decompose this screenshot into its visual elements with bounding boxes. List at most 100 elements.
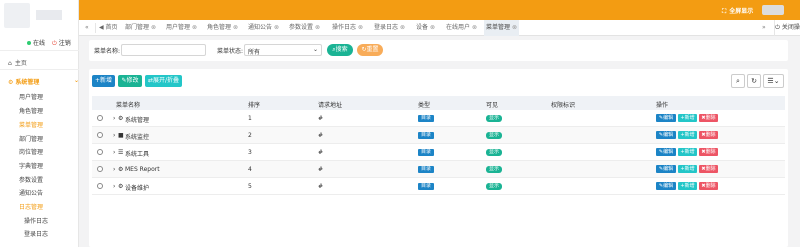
row-delete-button[interactable]: ✖删除 [699, 114, 718, 122]
edit-button[interactable]: ✎修改 [118, 75, 142, 87]
row-add-button[interactable]: +新增 [678, 148, 697, 156]
close-icon[interactable]: ⊗ [400, 24, 405, 31]
close-operations-button[interactable]: ⏻ 关闭操作 [774, 20, 800, 47]
sidebar-item-menu[interactable]: 菜单管理 [19, 120, 43, 129]
expand-chevron-icon[interactable]: › [113, 149, 115, 156]
table-row[interactable]: › ☰ 系统工具 3 # 目录 显示 ✎编辑 +新增 ✖删除 [92, 144, 785, 161]
sidebar-item-config[interactable]: 参数设置 [19, 175, 43, 184]
sidebar-item-log[interactable]: 日志管理 [19, 202, 43, 211]
table-row[interactable]: › ⚙ MES Report 4 # 目录 显示 ✎编辑 +新增 ✖删除 [92, 161, 785, 178]
row-add-button[interactable]: +新增 [678, 131, 697, 139]
row-radio[interactable] [97, 132, 103, 138]
tab-role[interactable]: 角色管理 ⊗ [205, 20, 240, 36]
expand-collapse-button[interactable]: ⇄展开/折叠 [145, 75, 182, 87]
row-edit-button[interactable]: ✎编辑 [656, 148, 676, 156]
search-form: 菜单名称: 菜单状态: 所有 ⌄ ⌕搜索 ↻重置 [89, 40, 788, 61]
column-header[interactable]: 请求地址 [318, 100, 342, 109]
table-row[interactable]: › ■ 系统监控 2 # 目录 显示 ✎编辑 +新增 ✖删除 [92, 127, 785, 144]
tab-home[interactable]: ◀ 首页 [97, 20, 120, 36]
row-radio[interactable] [97, 115, 103, 121]
logout-link[interactable]: ⏻ 注销 [52, 40, 71, 47]
row-delete-button[interactable]: ✖删除 [699, 182, 718, 190]
tab-dept[interactable]: 部门管理 ⊗ [123, 20, 158, 36]
reset-button[interactable]: ↻重置 [357, 44, 383, 56]
expand-chevron-icon[interactable]: › [113, 132, 115, 139]
menu-status-select[interactable]: 所有 ⌄ [244, 44, 322, 56]
row-edit-button[interactable]: ✎编辑 [656, 131, 676, 139]
search-toggle-button[interactable]: ⌕ [731, 74, 745, 88]
tab-scroll-right-icon[interactable]: » [762, 24, 766, 31]
url-cell: # [318, 115, 324, 122]
refresh-button[interactable]: ↻ [747, 74, 761, 88]
column-header[interactable]: 菜单名称 [116, 100, 140, 109]
column-header[interactable]: 排序 [248, 100, 260, 109]
row-add-button[interactable]: +新增 [678, 114, 697, 122]
row-radio[interactable] [97, 166, 103, 172]
column-header[interactable]: 操作 [656, 100, 668, 109]
row-delete-button[interactable]: ✖删除 [699, 131, 718, 139]
close-icon[interactable]: ⊗ [358, 24, 363, 31]
expand-chevron-icon[interactable]: › [113, 166, 115, 173]
cogs-icon: ⚙ [118, 166, 124, 173]
close-icon[interactable]: ⊗ [512, 24, 517, 31]
sidebar-item-user[interactable]: 用户管理 [19, 92, 43, 101]
sidebar-item-notice[interactable]: 通知公告 [19, 188, 43, 197]
menu-name-cell: 系统工具 [125, 151, 150, 158]
row-radio[interactable] [97, 183, 103, 189]
sidebar-item-dict[interactable]: 字典管理 [19, 161, 43, 170]
close-icon[interactable]: ⊗ [430, 24, 435, 31]
tab-device[interactable]: 设备 ⊗ [414, 20, 437, 36]
bars-icon: ☰ [118, 149, 124, 156]
row-edit-button[interactable]: ✎编辑 [656, 165, 676, 173]
row-add-button[interactable]: +新增 [678, 182, 697, 190]
table-row[interactable]: › ⚙ 系统管理 1 # 目录 显示 ✎编辑 +新增 ✖删除 [92, 110, 785, 127]
url-cell: # [318, 183, 324, 190]
column-header[interactable]: 权限标识 [551, 100, 575, 109]
search-button[interactable]: ⌕搜索 [327, 44, 353, 56]
row-edit-button[interactable]: ✎编辑 [656, 114, 676, 122]
menu-name-input[interactable] [121, 44, 206, 56]
expand-chevron-icon[interactable]: › [113, 115, 115, 122]
order-cell: 1 [248, 115, 252, 122]
sidebar-group-system[interactable]: ⚙ 系统管理 ⌄ [8, 77, 79, 86]
row-radio[interactable] [97, 149, 103, 155]
column-header[interactable]: 可见 [486, 100, 498, 109]
tab-operlog[interactable]: 操作日志 ⊗ [330, 20, 365, 36]
type-badge: 目录 [418, 115, 435, 122]
tab-menu[interactable]: 菜单管理 ⊗ [484, 20, 520, 36]
tab-user[interactable]: 用户管理 ⊗ [164, 20, 199, 36]
sidebar-item-logininfor[interactable]: 登录日志 [24, 229, 48, 238]
fullscreen-button[interactable]: ⛶ 全屏显示 [722, 6, 753, 16]
close-icon[interactable]: ⊗ [192, 24, 197, 31]
expand-chevron-icon[interactable]: › [113, 183, 115, 190]
tab-config[interactable]: 参数设置 ⊗ [287, 20, 322, 36]
close-icon[interactable]: ⊗ [151, 24, 156, 31]
close-icon[interactable]: ⊗ [315, 24, 320, 31]
sidebar-item-role[interactable]: 角色管理 [19, 106, 43, 115]
tab-scroll-left-icon[interactable]: « [85, 24, 89, 31]
user-photo [4, 3, 30, 28]
visible-badge: 显示 [486, 166, 503, 173]
sidebar-item-home[interactable]: ⌂ 主页 [8, 58, 27, 67]
tab-logininfor[interactable]: 登录日志 ⊗ [372, 20, 407, 36]
user-avatar[interactable] [762, 5, 784, 15]
sidebar: 在线 ⏻ 注销 ⌂ 主页 ⚙ 系统管理 ⌄ 用户管理 角色管理 菜单管理 部门管理 岗… [0, 0, 79, 247]
close-icon[interactable]: ⊗ [472, 24, 477, 31]
menu-table-card: +新增 ✎修改 ⇄展开/折叠 ⌕ ↻ ☰⌄ 菜单名称 排序 请求地址 类型 可见… [89, 69, 788, 247]
row-add-button[interactable]: +新增 [678, 165, 697, 173]
row-edit-button[interactable]: ✎编辑 [656, 182, 676, 190]
close-icon[interactable]: ⊗ [274, 24, 279, 31]
visible-badge: 显示 [486, 115, 503, 122]
column-header[interactable]: 类型 [418, 100, 430, 109]
table-row[interactable]: › ⚙ 设备维护 5 # 目录 显示 ✎编辑 +新增 ✖删除 [92, 178, 785, 195]
sidebar-item-operlog[interactable]: 操作日志 [24, 216, 48, 225]
tab-online[interactable]: 在线用户 ⊗ [444, 20, 479, 36]
sidebar-item-post[interactable]: 岗位管理 [19, 147, 43, 156]
row-delete-button[interactable]: ✖删除 [699, 148, 718, 156]
sidebar-item-dept[interactable]: 部门管理 [19, 134, 43, 143]
add-button[interactable]: +新增 [92, 75, 115, 87]
tab-notice[interactable]: 通知公告 ⊗ [246, 20, 281, 36]
row-delete-button[interactable]: ✖删除 [699, 165, 718, 173]
columns-button[interactable]: ☰⌄ [763, 74, 784, 88]
close-icon[interactable]: ⊗ [233, 24, 238, 31]
